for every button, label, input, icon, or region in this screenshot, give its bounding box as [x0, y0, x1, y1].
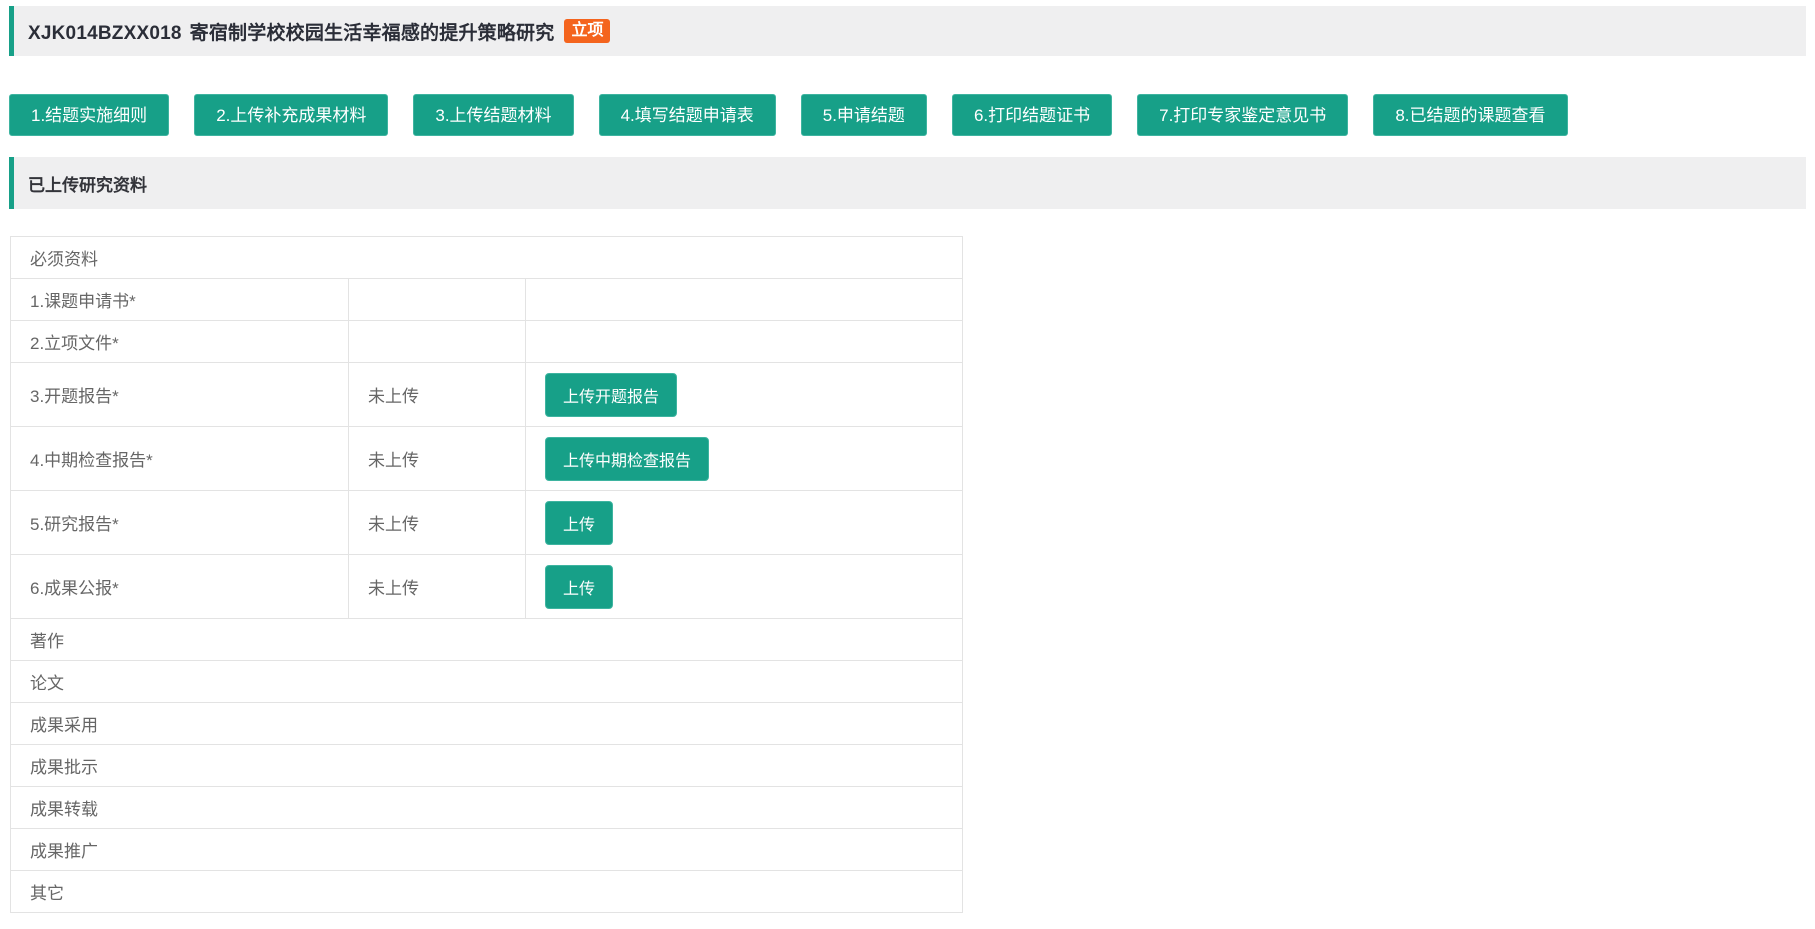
- action-cell: [526, 279, 963, 321]
- upload-status: 未上传: [349, 363, 526, 427]
- upload-button[interactable]: 上传开题报告: [545, 373, 677, 417]
- table-row: 6.成果公报*未上传上传: [11, 555, 963, 619]
- table-row: 1.课题申请书*: [11, 279, 963, 321]
- table-row: 其它: [11, 871, 963, 913]
- table-row: 4.中期检查报告*未上传上传中期检查报告: [11, 427, 963, 491]
- upload-status: 未上传: [349, 555, 526, 619]
- action-cell: 上传开题报告: [526, 363, 963, 427]
- table-row: 成果批示: [11, 745, 963, 787]
- step-button-2[interactable]: 2.上传补充成果材料: [194, 94, 388, 136]
- table-row: 成果采用: [11, 703, 963, 745]
- table-row: 2.立项文件*: [11, 321, 963, 363]
- table-row: 成果推广: [11, 829, 963, 871]
- upload-button[interactable]: 上传: [545, 565, 613, 609]
- project-header-bar: XJK014BZXX018 寄宿制学校校园生活幸福感的提升策略研究 立项: [9, 6, 1806, 56]
- table-row: 5.研究报告*未上传上传: [11, 491, 963, 555]
- category-label: 著作: [11, 619, 963, 661]
- category-label: 必须资料: [11, 237, 963, 279]
- step-button-5[interactable]: 5.申请结题: [801, 94, 927, 136]
- step-button-8[interactable]: 8.已结题的课题查看: [1373, 94, 1567, 136]
- step-button-1[interactable]: 1.结题实施细则: [9, 94, 169, 136]
- material-label: 6.成果公报*: [11, 555, 349, 619]
- upload-button[interactable]: 上传: [545, 501, 613, 545]
- step-button-3[interactable]: 3.上传结题材料: [413, 94, 573, 136]
- upload-button[interactable]: 上传中期检查报告: [545, 437, 709, 481]
- upload-status: 未上传: [349, 427, 526, 491]
- category-label: 成果采用: [11, 703, 963, 745]
- upload-status: [349, 279, 526, 321]
- action-cell: 上传: [526, 491, 963, 555]
- category-label: 其它: [11, 871, 963, 913]
- materials-table: 必须资料1.课题申请书*2.立项文件*3.开题报告*未上传上传开题报告4.中期检…: [10, 236, 963, 913]
- project-code: XJK014BZXX018: [28, 23, 182, 44]
- step-button-7[interactable]: 7.打印专家鉴定意见书: [1137, 94, 1348, 136]
- section-header-bar: 已上传研究资料: [9, 157, 1806, 209]
- table-row: 论文: [11, 661, 963, 703]
- step-toolbar: 1.结题实施细则 2.上传补充成果材料 3.上传结题材料 4.填写结题申请表 5.申请结…: [9, 94, 1806, 136]
- material-label: 5.研究报告*: [11, 491, 349, 555]
- table-row: 成果转载: [11, 787, 963, 829]
- material-label: 2.立项文件*: [11, 321, 349, 363]
- category-label: 成果批示: [11, 745, 963, 787]
- page: XJK014BZXX018 寄宿制学校校园生活幸福感的提升策略研究 立项 1.结题…: [0, 0, 1815, 913]
- action-cell: 上传中期检查报告: [526, 427, 963, 491]
- status-badge: 立项: [564, 19, 610, 43]
- table-row: 3.开题报告*未上传上传开题报告: [11, 363, 963, 427]
- section-title: 已上传研究资料: [28, 171, 147, 196]
- step-button-6[interactable]: 6.打印结题证书: [952, 94, 1112, 136]
- table-row: 必须资料: [11, 237, 963, 279]
- upload-status: [349, 321, 526, 363]
- material-label: 4.中期检查报告*: [11, 427, 349, 491]
- table-row: 著作: [11, 619, 963, 661]
- project-title: XJK014BZXX018 寄宿制学校校园生活幸福感的提升策略研究: [28, 18, 554, 45]
- project-name: 寄宿制学校校园生活幸福感的提升策略研究: [190, 23, 555, 44]
- material-label: 1.课题申请书*: [11, 279, 349, 321]
- action-cell: 上传: [526, 555, 963, 619]
- action-cell: [526, 321, 963, 363]
- category-label: 论文: [11, 661, 963, 703]
- category-label: 成果转载: [11, 787, 963, 829]
- step-button-4[interactable]: 4.填写结题申请表: [599, 94, 776, 136]
- material-label: 3.开题报告*: [11, 363, 349, 427]
- upload-status: 未上传: [349, 491, 526, 555]
- category-label: 成果推广: [11, 829, 963, 871]
